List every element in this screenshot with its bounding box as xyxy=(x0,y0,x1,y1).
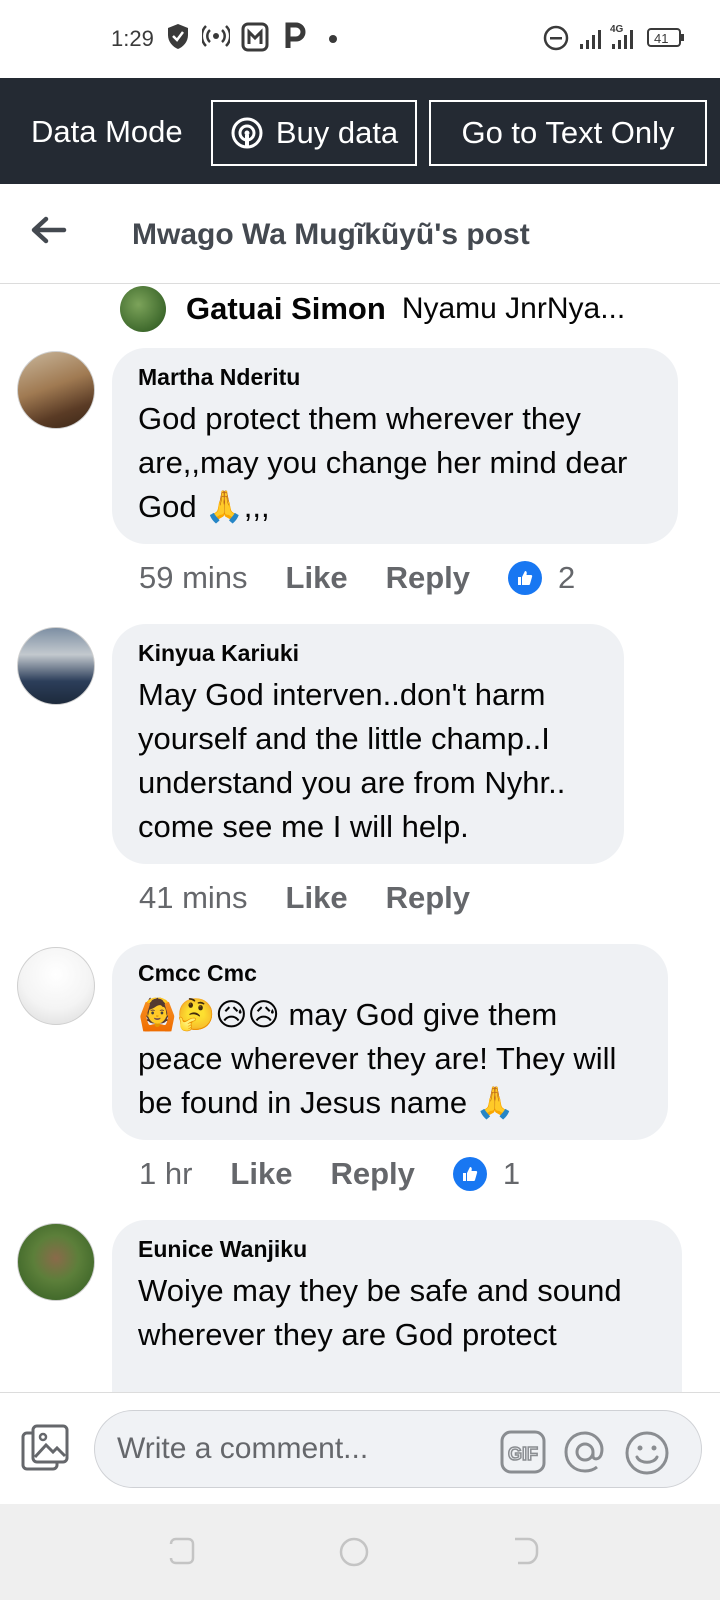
text-only-button[interactable]: Go to Text Only xyxy=(429,100,707,166)
comment-text: Woiye may they be safe and sound whereve… xyxy=(138,1273,622,1352)
like-count[interactable]: 2 xyxy=(558,560,575,596)
reply-text: Nyamu JnrNya... xyxy=(401,292,626,325)
like-button[interactable]: Like xyxy=(286,560,348,596)
text-only-label: Go to Text Only xyxy=(461,115,675,150)
system-nav-bar xyxy=(0,1504,720,1600)
buy-data-label: Buy data xyxy=(275,115,399,150)
svg-text:GIF: GIF xyxy=(508,1444,538,1464)
back-icon[interactable] xyxy=(510,1536,540,1566)
like-icon xyxy=(452,1157,487,1191)
page-title: Mwago Wa Mugĩkũyũ's post xyxy=(132,218,530,251)
comment-text: May God interven..don't harm yourself an… xyxy=(138,677,566,844)
reply-author: Gatuai Simon xyxy=(186,291,386,326)
network-type: 4G xyxy=(610,24,624,35)
emoji-icon[interactable] xyxy=(624,1430,670,1476)
avatar[interactable] xyxy=(17,627,95,705)
post-header: Mwago Wa Mugĩkũyũ's post xyxy=(0,184,720,284)
comment-bubble[interactable]: Martha Nderitu God protect them wherever… xyxy=(112,348,678,544)
avatar[interactable] xyxy=(17,947,95,1025)
comment-text: God protect them wherever they are,,may … xyxy=(138,401,628,524)
comment-time: 59 mins xyxy=(139,560,248,595)
comment-time: 1 hr xyxy=(139,1156,193,1191)
comment-author[interactable]: Martha Nderitu xyxy=(138,364,652,391)
comment-time: 41 mins xyxy=(139,880,248,915)
photo-icon[interactable] xyxy=(20,1423,72,1473)
comment-actions: 41 mins Like Reply xyxy=(139,880,508,916)
like-button[interactable]: Like xyxy=(230,1156,292,1192)
status-time: 1:29 xyxy=(111,26,154,51)
broadcast-icon xyxy=(231,117,263,149)
like-button[interactable]: Like xyxy=(286,880,348,916)
like-icon xyxy=(508,561,542,595)
mention-icon[interactable] xyxy=(563,1430,607,1474)
back-arrow-icon[interactable] xyxy=(28,210,68,250)
data-mode-label: Data Mode xyxy=(31,114,183,149)
reply-preview[interactable]: Gatuai Simon Nyamu JnrNya... xyxy=(120,284,625,334)
comment-text: 🙆🤔😥😥 may God give them peace wherever th… xyxy=(138,997,617,1120)
comment-bubble[interactable]: Eunice Wanjiku Woiye may they be safe an… xyxy=(112,1220,682,1392)
comment-author[interactable]: Cmcc Cmc xyxy=(138,960,642,987)
app-icon xyxy=(241,22,269,52)
comment-bubble[interactable]: Cmcc Cmc 🙆🤔😥😥 may God give them peace wh… xyxy=(112,944,668,1140)
like-count[interactable]: 1 xyxy=(503,1156,520,1192)
comment-input[interactable] xyxy=(94,1410,702,1488)
comment-bubble[interactable]: Kinyua Kariuki May God interven..don't h… xyxy=(112,624,624,864)
avatar[interactable] xyxy=(17,351,95,429)
recent-apps-icon[interactable] xyxy=(166,1536,196,1566)
comment-author[interactable]: Kinyua Kariuki xyxy=(138,640,598,667)
battery-level: 41 xyxy=(654,31,668,46)
reply-button[interactable]: Reply xyxy=(386,560,470,596)
data-mode-bar: Data Mode Buy data Go to Text Only xyxy=(0,78,720,184)
comment-author[interactable]: Eunice Wanjiku xyxy=(138,1236,656,1263)
avatar[interactable] xyxy=(17,1223,95,1301)
notification-dot-icon xyxy=(329,35,337,43)
home-icon[interactable] xyxy=(338,1536,370,1568)
comments-feed[interactable]: Gatuai Simon Nyamu JnrNya... Martha Nder… xyxy=(0,284,720,1392)
buy-data-button[interactable]: Buy data xyxy=(211,100,417,166)
hotspot-icon xyxy=(202,25,230,47)
dnd-icon xyxy=(543,25,569,51)
comment-actions: 1 hr Like Reply 1 xyxy=(139,1156,520,1192)
avatar[interactable] xyxy=(120,286,166,332)
reply-button[interactable]: Reply xyxy=(386,880,470,916)
signal-icon: 4G xyxy=(580,24,633,49)
comment-actions: 59 mins Like Reply 2 xyxy=(139,560,575,596)
gif-icon[interactable]: GIF xyxy=(500,1430,546,1474)
parking-icon xyxy=(285,22,306,48)
reply-button[interactable]: Reply xyxy=(330,1156,414,1192)
shield-icon xyxy=(168,24,188,49)
status-bar: 1:29 4G 41 xyxy=(0,0,720,78)
battery-icon: 41 xyxy=(647,28,684,47)
comment-composer: GIF xyxy=(0,1392,720,1504)
